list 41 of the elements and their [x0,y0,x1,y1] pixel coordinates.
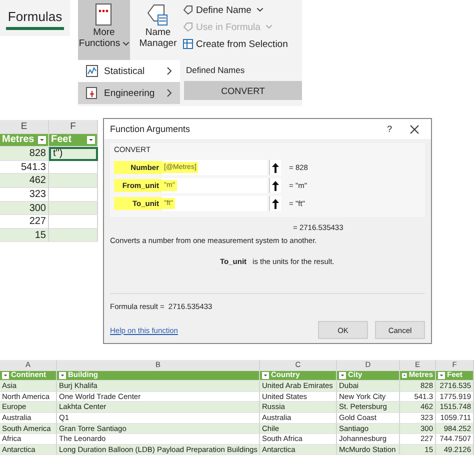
column-header: F [49,120,98,134]
filter-dropdown-icon [38,136,46,144]
help-button[interactable]: ? [386,124,392,134]
close-icon[interactable] [410,124,419,134]
filter-dropdown-icon [438,372,445,379]
caret-icon [257,8,264,12]
table-header: Metres [0,134,49,148]
caret-icon [123,42,130,46]
name-manager-button[interactable]: Name Manager [133,0,183,60]
caret-icon [266,25,272,29]
table-icon [183,39,193,49]
chart-icon [86,65,98,77]
collapse-button[interactable] [269,178,281,193]
filter-dropdown-icon [59,372,66,379]
menu-item[interactable]: Statistical [78,60,180,82]
ribbon-command[interactable]: Define Name [183,3,288,17]
table-cell[interactable]: t") [49,147,98,161]
table-cell: 828 [0,147,49,161]
more-functions-button[interactable]: More Functions [78,0,130,60]
chevron-icon [167,67,172,75]
ribbon-command[interactable]: Create from Selection [183,37,288,51]
collapse-button[interactable] [269,160,281,175]
submenu-item[interactable]: CONVERT [184,81,302,100]
filter-dropdown-icon [339,372,346,379]
filter-dropdown-icon [262,372,269,379]
tag-icon [146,3,170,27]
book-icon [94,3,114,27]
table-cell: 462 [0,174,49,188]
menu-item[interactable]: Engineering [78,82,180,104]
filter-dropdown-icon [87,136,95,144]
chevron-icon [167,89,172,97]
table-cell: 15 [0,228,49,242]
collapse-button[interactable] [269,196,281,211]
dialog-title: Function Arguments [110,124,192,134]
column-header: E [0,120,49,134]
table-cell: 300 [0,202,49,216]
filter-dropdown-icon [402,372,407,379]
group-label: Defined Names [185,64,246,77]
table-header: Feet [49,134,98,148]
filter-dropdown-icon [2,372,9,379]
book-icon [86,87,98,99]
